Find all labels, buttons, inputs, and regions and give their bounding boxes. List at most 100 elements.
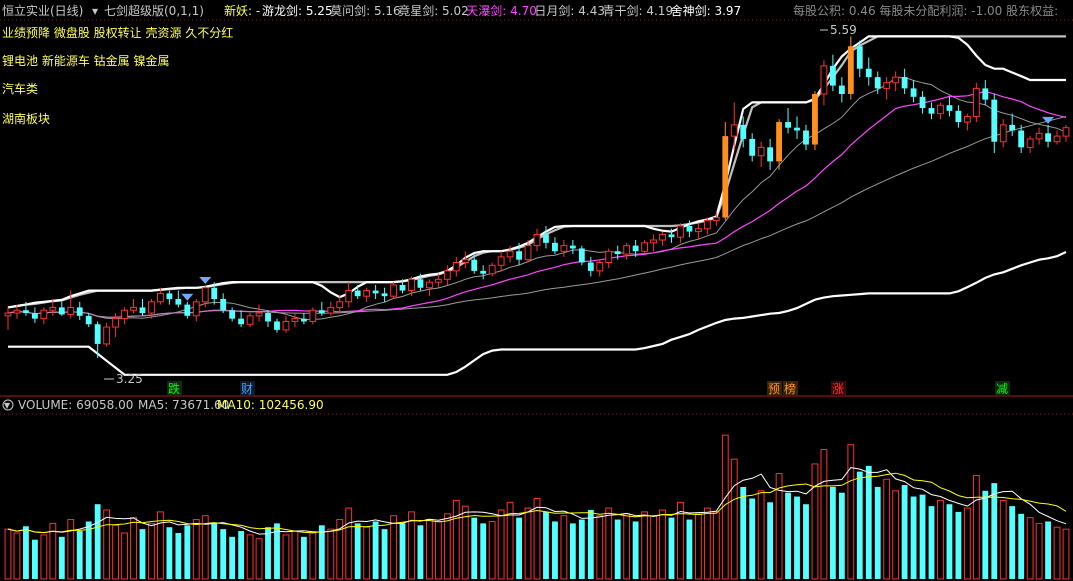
indicator-value: 竟星剑: 5.02 [398, 3, 469, 18]
volume-bar [712, 511, 720, 580]
candle [255, 304, 263, 322]
candle [999, 119, 1007, 148]
candle [963, 113, 971, 131]
candle [192, 298, 200, 322]
volume-bar [417, 525, 424, 579]
event-marker[interactable]: 涨 [831, 381, 846, 396]
volume-bar [803, 504, 809, 579]
volume-bar [58, 536, 65, 579]
volume-bar [767, 502, 774, 579]
volume-bar [471, 517, 478, 579]
volume-bar [694, 513, 702, 580]
volume-bar [157, 511, 164, 580]
volume-bar [578, 519, 585, 579]
concept-tag-line: 业绩预降 微盘股 股权转让 壳资源 久不分红 [2, 25, 233, 40]
candle [121, 307, 128, 325]
volume-bar [605, 507, 613, 580]
candle [1035, 127, 1043, 145]
volume-bar [829, 486, 836, 579]
candle [274, 318, 280, 333]
signal-diamond-icon [181, 293, 194, 301]
candle [488, 262, 496, 277]
volume-bar [659, 509, 666, 580]
volume-bar [1045, 521, 1051, 579]
volume-value: VOLUME: 69058.00 [18, 398, 133, 412]
candle [443, 265, 451, 285]
volume-bar [282, 534, 290, 580]
candle [982, 79, 989, 106]
volume-bar [363, 526, 371, 580]
volume-bar [552, 521, 558, 579]
candle [1026, 136, 1034, 153]
candle [1009, 113, 1016, 137]
candle [309, 307, 317, 325]
candle [175, 290, 182, 308]
candle [623, 242, 631, 260]
volume-bar [390, 515, 397, 580]
event-marker[interactable]: 榜 [783, 381, 798, 396]
event-marker[interactable]: 减 [995, 381, 1010, 396]
candle [480, 265, 487, 280]
candle [829, 54, 836, 92]
candle [130, 298, 137, 314]
concept-tag-line: 湖南板块 [2, 111, 50, 126]
candle [659, 231, 666, 246]
volume-bar [1026, 517, 1034, 580]
event-marker[interactable]: 跌 [167, 381, 182, 396]
volume-bar [354, 523, 361, 579]
candle [883, 77, 891, 100]
volume-bar [265, 527, 271, 579]
event-marker[interactable]: 预 [767, 381, 782, 396]
volume-bar [497, 509, 505, 580]
candle [703, 217, 711, 235]
volume-bar [569, 523, 576, 579]
grid [0, 19, 1073, 415]
volume-bar [883, 478, 891, 580]
candle [318, 301, 325, 316]
candle [767, 138, 774, 170]
stock-name[interactable]: 恒立实业(日线) [2, 3, 83, 18]
ma-line [7, 90, 1067, 318]
volume-bar [749, 498, 756, 579]
candle [4, 307, 12, 330]
volume-bar [291, 530, 299, 580]
volume-bar [309, 532, 317, 580]
candle [31, 307, 38, 323]
volume-bar [112, 524, 120, 580]
volume-bar [103, 509, 111, 580]
candle [220, 293, 227, 314]
new-demon-label: 新妖: - [224, 3, 260, 18]
indicator-value: 日月剑: 4.43 [534, 3, 605, 18]
candle [605, 248, 613, 269]
volume-bar [443, 513, 451, 580]
volume-bar [192, 519, 200, 580]
indicator-values: 游龙剑: 5.25莫问剑: 5.16竟星剑: 5.02天瀑剑: 4.70日月剑:… [262, 3, 741, 18]
candle [76, 301, 83, 321]
volume-bar [560, 515, 568, 580]
volume-bar [972, 474, 980, 580]
volume-bar [614, 519, 621, 579]
event-marker[interactable]: 财 [240, 381, 255, 396]
candle [901, 68, 908, 94]
volume-bar [1035, 522, 1043, 580]
volume-bar [516, 517, 522, 579]
volume-bar [23, 526, 29, 579]
candle [569, 240, 576, 255]
indicator-value: 游龙剑: 5.25 [262, 3, 333, 18]
volume-bar [919, 494, 926, 579]
ma-line [7, 35, 1066, 309]
svg-text:减: 减 [996, 382, 1008, 396]
volume-bar [874, 486, 881, 579]
candle [785, 108, 791, 134]
indicator-name[interactable]: 七剑超级版(0,1,1) [104, 3, 204, 18]
chevron-down-icon[interactable]: ▾ [92, 4, 98, 18]
volume-bar [847, 444, 855, 580]
candle [838, 77, 845, 103]
volume-bar [166, 527, 173, 579]
candle [803, 124, 809, 151]
volume-bar [246, 534, 254, 580]
candle [85, 313, 92, 328]
volume-bar [955, 511, 962, 579]
indicator-value: 天瀑剑: 4.70 [466, 3, 537, 18]
candle [327, 301, 335, 316]
